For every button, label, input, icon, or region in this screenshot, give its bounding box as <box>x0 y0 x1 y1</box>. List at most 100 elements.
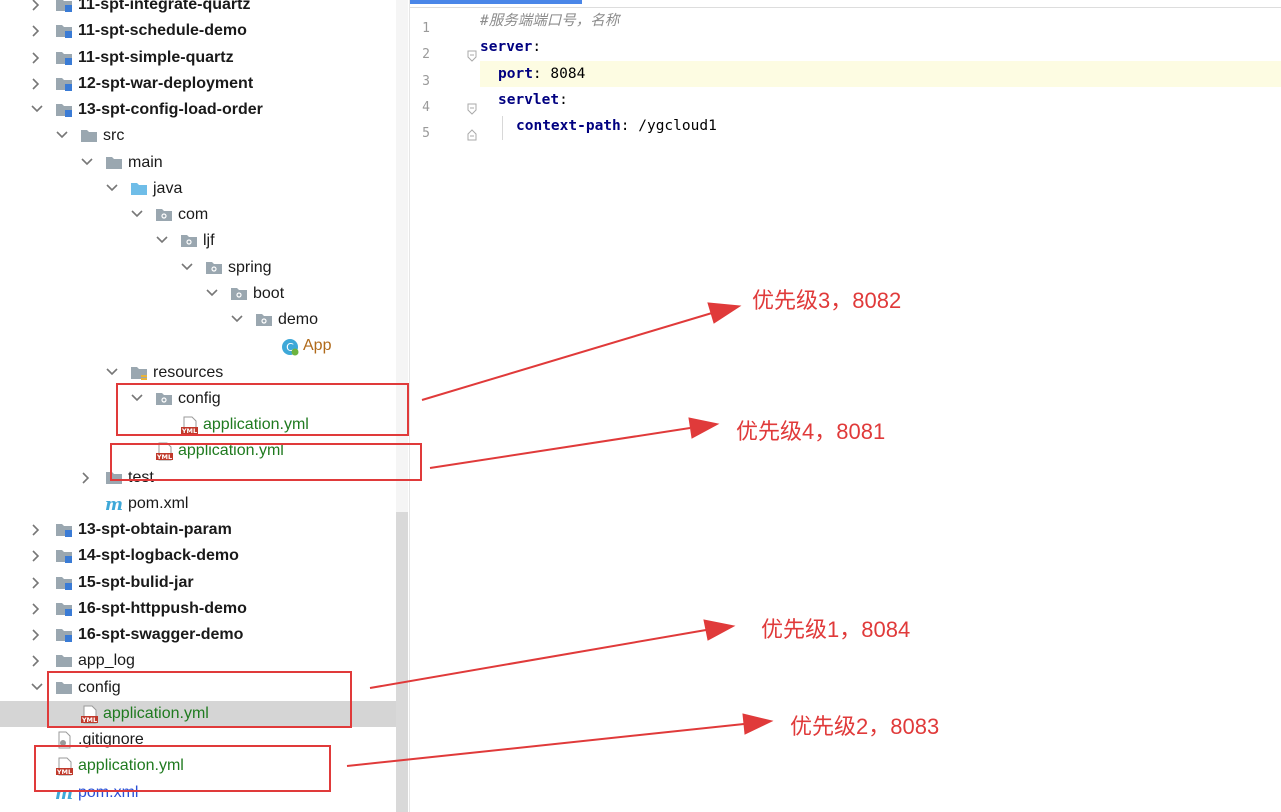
annotation-priority-3: 优先级3，8082 <box>752 288 902 313</box>
tree-row-label: src <box>103 127 125 145</box>
code-line[interactable]: servlet: <box>480 87 1281 113</box>
chevron-right-icon[interactable] <box>30 71 44 97</box>
package-icon <box>205 259 223 277</box>
source-folder-icon <box>130 180 148 198</box>
tree-row-label: 13-spt-obtain-param <box>78 521 232 538</box>
annotation-priority-4: 优先级4，8081 <box>736 419 886 444</box>
code-editor[interactable]: 12345 #服务端端口号，名称 server: port: 8084 servlet… <box>409 0 1281 812</box>
code-line[interactable]: #服务端端口号，名称 <box>480 8 1281 34</box>
annotation-box-root-config <box>47 671 352 728</box>
tree-row[interactable]: 12-spt-war-deployment <box>0 71 396 97</box>
yaml-separator: : <box>532 39 542 56</box>
chevron-right-icon[interactable] <box>30 0 44 18</box>
svg-text:m: m <box>105 495 123 513</box>
module-folder-icon <box>55 626 73 644</box>
chevron-down-icon[interactable] <box>130 202 144 228</box>
tree-row[interactable]: 11-spt-simple-quartz <box>0 45 396 71</box>
chevron-right-icon[interactable] <box>30 622 44 648</box>
tree-row[interactable]: 16-spt-httppush-demo <box>0 596 396 622</box>
tree-row-label: ljf <box>203 232 215 250</box>
code-line[interactable]: context-path: /ygcloud1 <box>480 113 1281 139</box>
package-icon <box>180 232 198 250</box>
tree-row[interactable]: demo <box>0 307 396 333</box>
indent-guide <box>502 116 503 140</box>
tree-row[interactable]: com <box>0 202 396 228</box>
module-folder-icon <box>55 600 73 618</box>
tree-scrollbar-thumb[interactable] <box>396 512 408 812</box>
chevron-right-icon[interactable] <box>30 648 44 674</box>
chevron-down-icon[interactable] <box>230 307 244 333</box>
active-tab-indicator <box>410 0 582 4</box>
yaml-separator: : <box>559 91 568 108</box>
editor-gutter: 1 2 3 4 5 <box>410 8 480 812</box>
module-folder-icon <box>55 22 73 40</box>
chevron-down-icon[interactable] <box>155 228 169 254</box>
tree-row[interactable]: 11-spt-integrate-quartz <box>0 0 396 18</box>
tree-row[interactable]: ljf <box>0 228 396 254</box>
fold-marker-icon[interactable] <box>467 102 477 115</box>
yaml-comment: #服务端端口号，名称 <box>480 13 620 29</box>
chevron-right-icon[interactable] <box>30 570 44 596</box>
chevron-down-icon[interactable] <box>55 123 69 149</box>
code-line[interactable]: server: <box>480 34 1281 60</box>
tree-row-label: pom.xml <box>128 494 189 512</box>
fold-marker-icon[interactable] <box>467 128 477 141</box>
tree-row-label: App <box>303 337 332 355</box>
chevron-right-icon[interactable] <box>30 18 44 44</box>
chevron-down-icon[interactable] <box>205 281 219 307</box>
tree-row[interactable]: C App <box>0 333 396 359</box>
tree-row[interactable]: spring <box>0 255 396 281</box>
tree-row[interactable]: 13-spt-config-load-order <box>0 97 396 123</box>
tree-row[interactable]: java <box>0 176 396 202</box>
tree-row-label: 14-spt-logback-demo <box>78 547 239 565</box>
module-folder-icon <box>55 75 73 93</box>
chevron-down-icon[interactable] <box>105 360 119 386</box>
package-icon <box>155 206 173 224</box>
tree-row-label: 11-spt-schedule-demo <box>78 22 247 40</box>
tree-row-label: main <box>128 153 163 171</box>
fold-marker-icon[interactable] <box>467 49 477 63</box>
folder-icon <box>55 652 73 670</box>
annotation-box-root-yml <box>34 745 331 792</box>
line-number: 5 <box>422 126 430 142</box>
chevron-down-icon[interactable] <box>105 176 119 202</box>
yaml-key: port <box>498 65 533 82</box>
yaml-separator: : <box>620 118 639 135</box>
chevron-down-icon[interactable] <box>80 150 94 176</box>
tree-row[interactable]: 16-spt-swagger-demo <box>0 622 396 648</box>
chevron-right-icon[interactable] <box>30 596 44 622</box>
chevron-right-icon[interactable] <box>30 517 44 543</box>
yaml-key: context-path <box>516 118 621 135</box>
tree-row-label: com <box>178 206 209 223</box>
annotation-priority-2: 优先级2，8083 <box>790 714 940 739</box>
tree-row-label: spring <box>228 258 272 276</box>
package-icon <box>230 285 248 303</box>
tree-row[interactable]: 11-spt-schedule-demo <box>0 18 396 44</box>
tree-row-label: 12-spt-war-deployment <box>78 74 254 92</box>
tree-row[interactable]: boot <box>0 281 396 307</box>
chevron-right-icon[interactable] <box>30 45 44 71</box>
yaml-separator: : <box>532 65 551 82</box>
line-number: 3 <box>422 73 430 89</box>
line-number: 4 <box>422 99 430 115</box>
chevron-down-icon[interactable] <box>30 97 44 123</box>
package-icon <box>255 311 273 329</box>
tree-row[interactable]: m pom.xml <box>0 491 396 517</box>
chevron-right-icon[interactable] <box>30 543 44 569</box>
tree-row[interactable]: 15-spt-bulid-jar <box>0 570 396 596</box>
chevron-down-icon[interactable] <box>180 255 194 281</box>
tree-row-label: boot <box>253 284 285 302</box>
chevron-down-icon[interactable] <box>30 675 44 701</box>
tree-row[interactable]: 14-spt-logback-demo <box>0 543 396 569</box>
module-folder-icon <box>55 574 73 592</box>
tree-row-label: 13-spt-config-load-order <box>78 101 263 118</box>
chevron-right-icon[interactable] <box>80 465 94 491</box>
tree-row[interactable]: src <box>0 123 396 149</box>
maven-icon: m <box>105 495 123 515</box>
module-folder-icon <box>55 547 73 565</box>
tree-row[interactable]: main <box>0 150 396 176</box>
module-folder-icon <box>55 49 73 67</box>
tree-row[interactable]: resources <box>0 360 396 386</box>
tree-row[interactable]: 13-spt-obtain-param <box>0 517 396 543</box>
code-line[interactable]: port: 8084 <box>480 60 1281 87</box>
